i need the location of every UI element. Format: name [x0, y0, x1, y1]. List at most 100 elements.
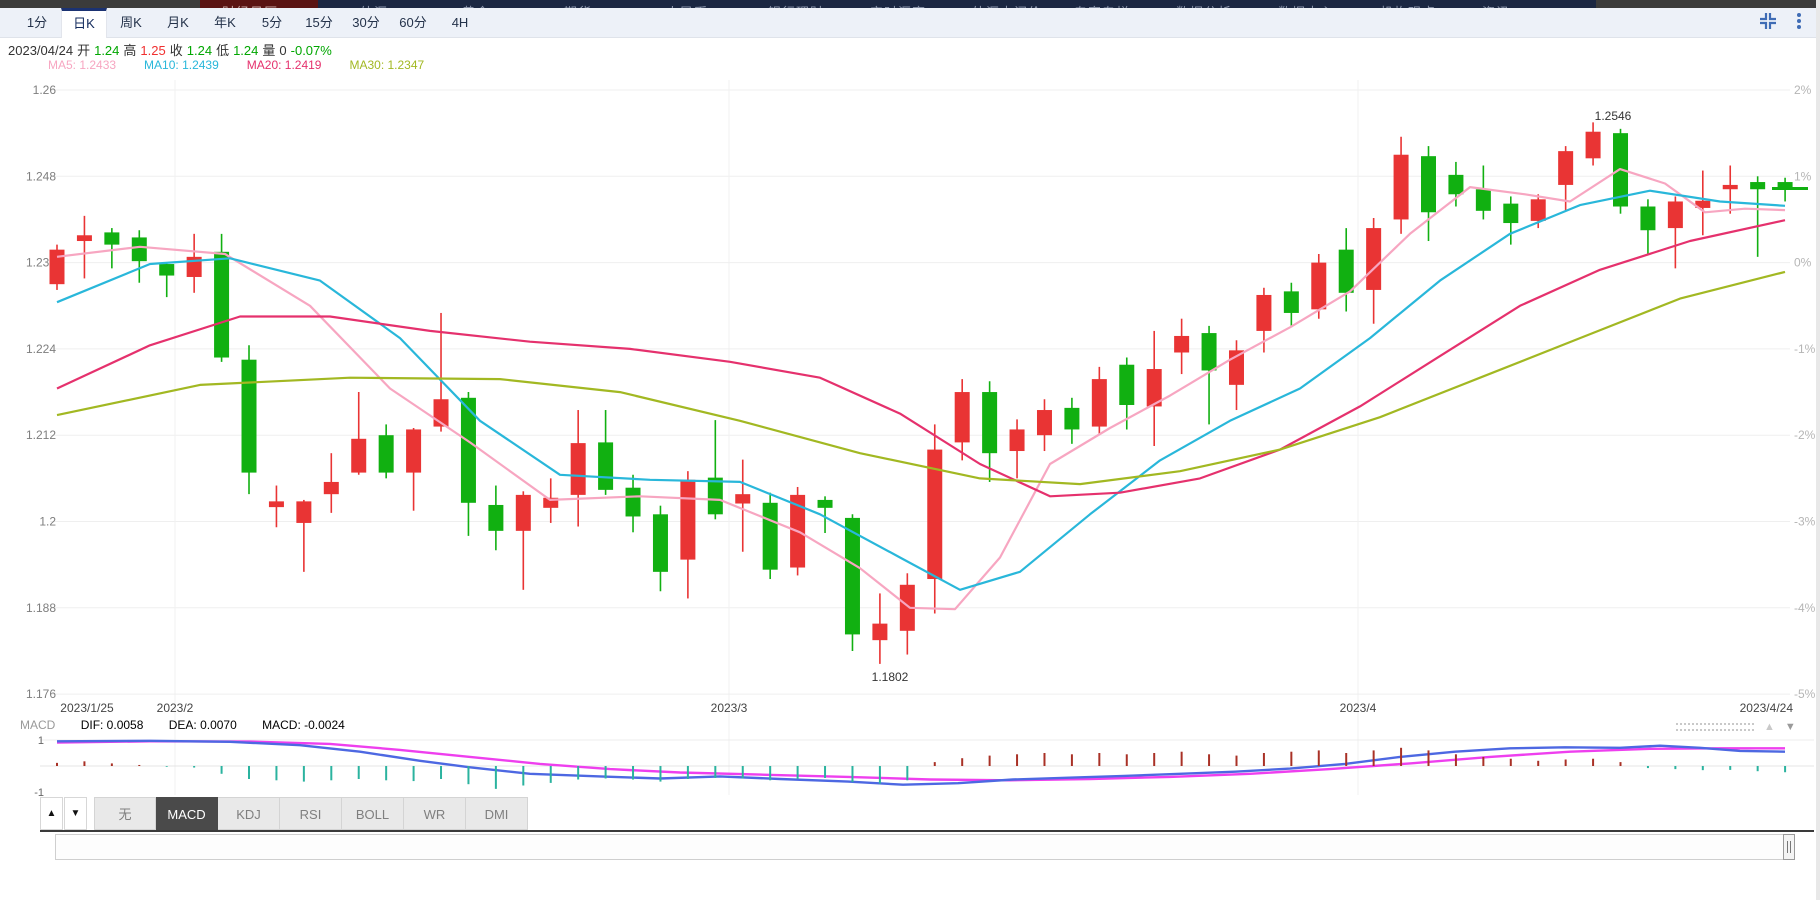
candle[interactable]: [1228, 340, 1244, 411]
candle[interactable]: [241, 345, 257, 495]
candle[interactable]: [927, 424, 943, 614]
indicator-tab-WR[interactable]: WR: [404, 797, 466, 830]
candle[interactable]: [1338, 228, 1354, 312]
candlestick-layer[interactable]: [49, 122, 1793, 664]
svg-text:1.224: 1.224: [26, 342, 56, 356]
pane-up-icon[interactable]: ▲: [1764, 722, 1775, 733]
candle[interactable]: [1393, 136, 1409, 234]
candle[interactable]: [1146, 330, 1162, 446]
date-axis-labels: 2023/1/25 2023/2 2023/3 2023/4 2023/4/24: [60, 701, 1793, 715]
candle[interactable]: [1475, 165, 1491, 220]
candle[interactable]: [762, 492, 778, 580]
svg-text:-3%: -3%: [1794, 515, 1816, 529]
candle[interactable]: [131, 230, 147, 283]
month-gridlines: [174, 80, 1359, 795]
candle[interactable]: [1448, 161, 1464, 207]
candle[interactable]: [680, 471, 696, 599]
macd-macd-value: MACD: -0.0024: [262, 718, 345, 732]
macd-pane: 1-1: [34, 735, 1814, 799]
macd-legend: MACD DIF: 0.0058 DEA: 0.0070 MACD: -0.00…: [20, 718, 367, 732]
pane-down-icon[interactable]: ▼: [1785, 722, 1796, 733]
candle[interactable]: [735, 459, 751, 552]
kline-chart-app: 财经日历外汇黄金期货人民币银行理财实时汇率外汇中间价专家专栏数据分析数据中心机构…: [0, 0, 1820, 900]
svg-text:2%: 2%: [1794, 83, 1812, 97]
indicator-bar: ▲ ▼ 无 MACD KDJ RSI BOLL WR DMI: [40, 797, 528, 830]
candle[interactable]: [1256, 287, 1272, 353]
ma-line-MA5: [56, 168, 1786, 611]
pane-drag-handle[interactable]: [1676, 723, 1754, 731]
svg-text:1.176: 1.176: [26, 687, 56, 701]
candle[interactable]: [1640, 199, 1656, 254]
candle[interactable]: [159, 262, 175, 298]
candle[interactable]: [323, 453, 339, 513]
candle[interactable]: [1667, 196, 1683, 269]
candle[interactable]: [872, 593, 888, 664]
candle[interactable]: [1174, 318, 1190, 375]
svg-text:-2%: -2%: [1794, 428, 1816, 442]
candle[interactable]: [268, 485, 284, 528]
main-chart-svg[interactable]: 1.261.2481.2361.2241.2121.21.1881.1762%1…: [0, 0, 1820, 900]
ma-line-MA20: [56, 219, 1786, 498]
svg-text:1.188: 1.188: [26, 601, 56, 615]
svg-text:2023/2: 2023/2: [157, 701, 194, 715]
svg-text:1%: 1%: [1794, 169, 1812, 183]
candle[interactable]: [378, 424, 394, 479]
svg-text:0%: 0%: [1794, 256, 1812, 270]
macd-dea-value: DEA: 0.0070: [168, 718, 237, 732]
svg-text:-4%: -4%: [1794, 601, 1816, 615]
candle[interactable]: [1036, 399, 1052, 452]
indicator-tab-KDJ[interactable]: KDJ: [218, 797, 280, 830]
candle[interactable]: [76, 215, 92, 279]
candle[interactable]: [296, 499, 312, 572]
indicator-tabs: 无 MACD KDJ RSI BOLL WR DMI: [94, 797, 528, 830]
candle[interactable]: [186, 233, 202, 293]
candle[interactable]: [899, 573, 915, 655]
svg-text:1.2546: 1.2546: [1595, 109, 1632, 123]
price-gridlines: [50, 89, 1790, 695]
indicator-down-button[interactable]: ▼: [64, 797, 87, 830]
candle[interactable]: [351, 392, 367, 475]
candle[interactable]: [1009, 419, 1025, 479]
svg-text:2023/3: 2023/3: [711, 701, 748, 715]
indicator-tab-DMI[interactable]: DMI: [466, 797, 528, 830]
navigator-range-handle[interactable]: [1783, 834, 1795, 860]
svg-text:2023/4/24: 2023/4/24: [1740, 701, 1794, 715]
candle[interactable]: [49, 244, 65, 290]
svg-text:-5%: -5%: [1794, 687, 1816, 701]
candle[interactable]: [1421, 146, 1436, 242]
candle[interactable]: [1722, 165, 1738, 214]
svg-text:2023/1/25: 2023/1/25: [60, 701, 114, 715]
candle[interactable]: [598, 410, 614, 495]
candle[interactable]: [515, 491, 531, 590]
indicator-tab-无[interactable]: 无: [94, 797, 156, 830]
svg-text:1: 1: [38, 735, 44, 747]
candle[interactable]: [570, 410, 586, 527]
svg-text:2023/4: 2023/4: [1340, 701, 1377, 715]
candle[interactable]: [1091, 366, 1107, 434]
indicator-up-button[interactable]: ▲: [40, 797, 63, 830]
candle[interactable]: [1750, 176, 1766, 257]
candle[interactable]: [1283, 282, 1299, 328]
indicator-tab-MACD[interactable]: MACD: [156, 797, 218, 830]
candle[interactable]: [652, 505, 668, 592]
price-axis-labels: 1.261.2481.2361.2241.2121.21.1881.176: [26, 83, 56, 701]
candle[interactable]: [406, 428, 422, 511]
ma-lines: [56, 168, 1786, 611]
svg-text:-1%: -1%: [1794, 342, 1816, 356]
macd-pane-controls: ▲ ▼: [1676, 722, 1796, 733]
indicator-tab-BOLL[interactable]: BOLL: [342, 797, 404, 830]
candle[interactable]: [1366, 218, 1382, 324]
candle[interactable]: [1695, 170, 1711, 236]
percent-axis-labels: 2% 1% 0% -1% -2% -3% -4% -5%: [1794, 83, 1816, 701]
candle[interactable]: [488, 485, 504, 551]
candle[interactable]: [1585, 122, 1601, 166]
svg-text:1.26: 1.26: [33, 83, 57, 97]
candle[interactable]: [1064, 397, 1080, 444]
candle[interactable]: [625, 474, 641, 533]
svg-text:1.248: 1.248: [26, 169, 56, 183]
svg-text:1.212: 1.212: [26, 428, 56, 442]
macd-dif-value: DIF: 0.0058: [80, 718, 144, 732]
ma-line-MA10: [56, 189, 1786, 591]
indicator-tab-RSI[interactable]: RSI: [280, 797, 342, 830]
timeline-navigator[interactable]: [55, 834, 1795, 860]
